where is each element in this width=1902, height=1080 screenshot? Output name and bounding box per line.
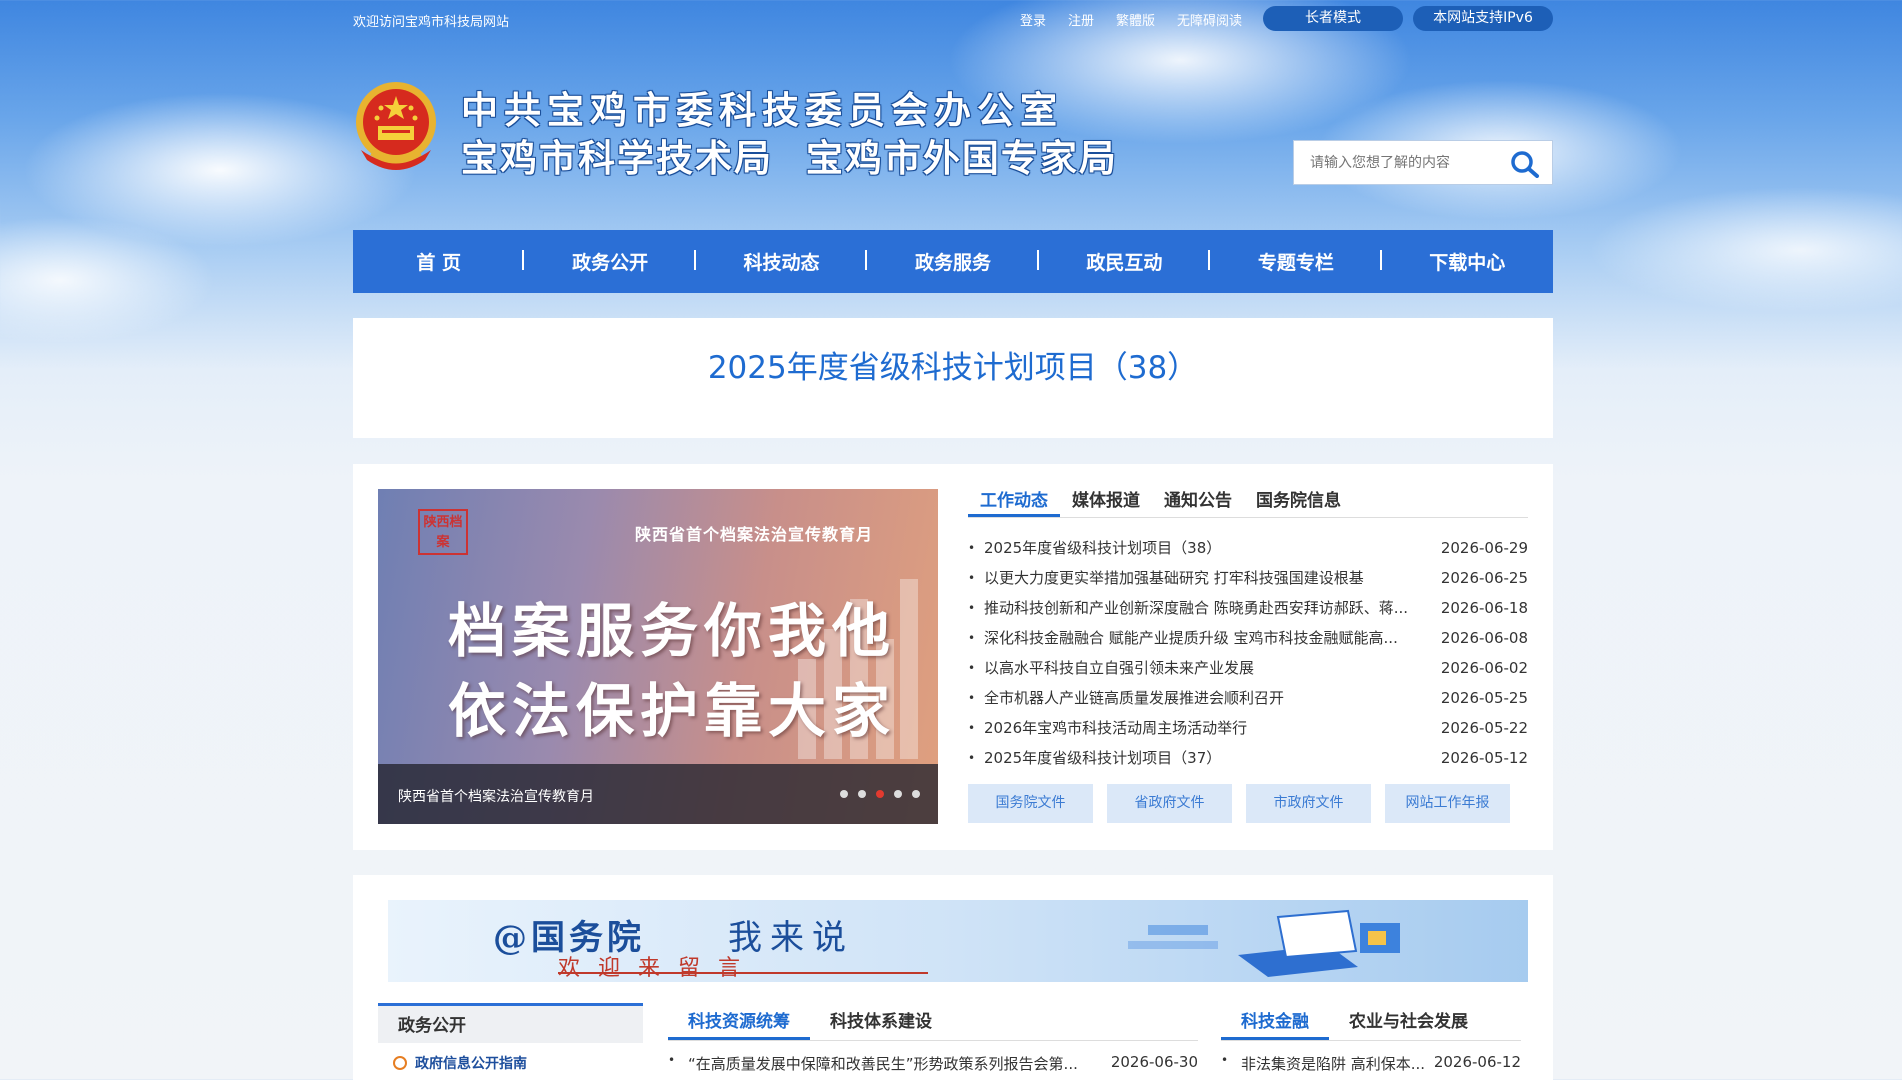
news-tabs: 工作动态 媒体报道 通知公告 国务院信息 [968, 484, 1528, 518]
state-council-docs-button[interactable]: 国务院文件 [968, 784, 1093, 823]
ipv6-badge: 本网站支持IPv6 [1413, 6, 1553, 31]
site-title-line2: 宝鸡市科学技术局 宝鸡市外国专家局 [461, 137, 1118, 180]
tab-agriculture-social[interactable]: 农业与社会发展 [1329, 1005, 1488, 1040]
search-box [1293, 140, 1553, 185]
banner-headline-1: 档案服务你我他 [448, 597, 897, 665]
top-links: 登录 注册 繁體版 无障碍阅读 [1020, 10, 1242, 29]
nav-downloads[interactable]: 下载中心 [1382, 248, 1553, 275]
government-affairs-panel: 政务公开 政府信息公开指南 [378, 1003, 643, 1073]
news-title[interactable]: 以更大力度更实举措加强基础研究 打牢科技强国建设根基 [968, 563, 1364, 593]
carousel-dots [840, 790, 920, 798]
news-row[interactable]: 深化科技金融融合 赋能产业提质升级 宝鸡市科技金融赋能高... 2026-06-0… [968, 623, 1528, 653]
news-title[interactable]: 推动科技创新和产业创新深度融合 陈晓勇赴西安拜访郝跃、蒋... [968, 593, 1408, 623]
banner-caption: 陕西省首个档案法治宣传教育月 [398, 789, 594, 805]
traditional-chinese-link[interactable]: 繁體版 [1116, 10, 1155, 29]
news-row[interactable]: 2026年宝鸡市科技活动周主场活动举行 2026-05-22 [968, 713, 1528, 743]
news-row[interactable]: 以高水平科技自立自强引领未来产业发展 2026-06-02 [968, 653, 1528, 683]
welcome-text: 欢迎访问宝鸡市科技局网站 [353, 15, 510, 30]
carousel-dot-active[interactable] [876, 790, 884, 798]
list-item-date: 2026-06-30 [1110, 1053, 1198, 1071]
featured-headline-box: 2025年度省级科技计划项目（38） [353, 318, 1553, 438]
banner-headline-2: 依法保护靠大家 [448, 677, 897, 745]
featured-headline[interactable]: 2025年度省级科技计划项目（38） [353, 322, 1553, 414]
nav-government-affairs[interactable]: 政务公开 [524, 248, 697, 275]
tab-tech-finance[interactable]: 科技金融 [1221, 1005, 1329, 1040]
bottom-section: @国务院 我来说 欢迎来留言 政务公开 政府信息公开指南 科技资源统筹 科技体系… [353, 875, 1553, 1080]
news-date: 2026-05-22 [1440, 719, 1528, 737]
search-input[interactable] [1294, 141, 1504, 184]
tab-tech-system[interactable]: 科技体系建设 [810, 1005, 952, 1040]
list-item[interactable]: 非法集资是陷阱 高利保本... 2026-06-12 [1221, 1053, 1521, 1074]
news-row[interactable]: 2025年度省级科技计划项目（37） 2026-05-12 [968, 743, 1528, 773]
list-item[interactable]: “在高质量发展中保障和改善民生”形势政策系列报告会第... 2026-06-30 [668, 1053, 1198, 1074]
tab-state-council-info[interactable]: 国务院信息 [1244, 484, 1353, 517]
news-date: 2026-06-18 [1440, 599, 1528, 617]
main-nav: 首 页 政务公开 科技动态 政务服务 政民互动 专题专栏 下载中心 [353, 230, 1553, 293]
list-item-title[interactable]: “在高质量发展中保障和改善民生”形势政策系列报告会第... [668, 1053, 1078, 1074]
provincial-docs-button[interactable]: 省政府文件 [1107, 784, 1232, 823]
carousel-dot[interactable] [912, 790, 920, 798]
carousel-dot[interactable] [858, 790, 866, 798]
annual-report-button[interactable]: 网站工作年报 [1385, 784, 1510, 823]
laptop-illustration-icon [1128, 909, 1400, 977]
nav-tech-news[interactable]: 科技动态 [696, 248, 868, 275]
ad-underline [558, 972, 928, 974]
banner-caption-bar: 陕西省首个档案法治宣传教育月 [378, 764, 938, 824]
nav-government-services[interactable]: 政务服务 [867, 248, 1040, 275]
tech-resources-tabs: 科技资源统筹 科技体系建设 [668, 1005, 1198, 1041]
news-section: 陕西档案 陕西省首个档案法治宣传教育月 档案服务你我他 依法保护靠大家 陕西省首… [353, 464, 1553, 850]
tab-media-reports[interactable]: 媒体报道 [1060, 484, 1152, 517]
site-title-line1: 中共宝鸡市委科技委员会办公室 [461, 89, 1063, 132]
news-list: 2025年度省级科技计划项目（38） 2026-06-29 以更大力度更实举措加强… [968, 533, 1528, 773]
tab-notices[interactable]: 通知公告 [1152, 484, 1244, 517]
info-disclosure-guide-label: 政府信息公开指南 [415, 1056, 527, 1072]
top-bar: 欢迎访问宝鸡市科技局网站 登录 注册 繁體版 无障碍阅读 长者模式 本网站支持I… [0, 0, 1902, 40]
ad-text-welcome: 欢迎来留言 [558, 956, 759, 981]
search-icon[interactable] [1510, 150, 1540, 178]
tab-tech-resources[interactable]: 科技资源统筹 [668, 1005, 810, 1040]
news-date: 2026-06-29 [1440, 539, 1528, 557]
news-title[interactable]: 2025年度省级科技计划项目（38） [968, 533, 1221, 563]
news-title[interactable]: 2025年度省级科技计划项目（37） [968, 743, 1221, 773]
list-item-title[interactable]: 非法集资是陷阱 高利保本... [1221, 1053, 1425, 1074]
tech-resources-panel: 科技资源统筹 科技体系建设 “在高质量发展中保障和改善民生”形势政策系列报告会第… [668, 1005, 1198, 1074]
archive-seal-logo: 陕西档案 [418, 509, 468, 555]
info-disclosure-guide-link[interactable]: 政府信息公开指南 [378, 1053, 643, 1073]
news-title[interactable]: 深化科技金融融合 赋能产业提质升级 宝鸡市科技金融赋能高... [968, 623, 1398, 653]
login-link[interactable]: 登录 [1020, 10, 1046, 29]
register-link[interactable]: 注册 [1068, 10, 1094, 29]
national-emblem-icon [356, 82, 436, 170]
news-row[interactable]: 全市机器人产业链高质量发展推进会顺利召开 2026-05-25 [968, 683, 1528, 713]
circle-arrow-icon [393, 1056, 407, 1070]
news-title[interactable]: 2026年宝鸡市科技活动周主场活动举行 [968, 713, 1247, 743]
carousel-dot[interactable] [840, 790, 848, 798]
accessibility-link[interactable]: 无障碍阅读 [1177, 10, 1242, 29]
news-row[interactable]: 推动科技创新和产业创新深度融合 陈晓勇赴西安拜访郝跃、蒋... 2026-06-1… [968, 593, 1528, 623]
news-date: 2026-06-25 [1440, 569, 1528, 587]
tech-finance-tabs: 科技金融 农业与社会发展 [1221, 1005, 1521, 1041]
panel-header: 政务公开 [378, 1003, 643, 1043]
news-date: 2026-05-25 [1440, 689, 1528, 707]
tech-finance-panel: 科技金融 农业与社会发展 非法集资是陷阱 高利保本... 2026-06-12 [1221, 1005, 1521, 1074]
state-council-feedback-banner[interactable]: @国务院 我来说 欢迎来留言 [388, 900, 1528, 982]
elder-mode-button[interactable]: 长者模式 [1263, 6, 1403, 31]
news-row[interactable]: 2025年度省级科技计划项目（38） 2026-06-29 [968, 533, 1528, 563]
tab-work-news[interactable]: 工作动态 [968, 484, 1060, 517]
news-date: 2026-05-12 [1440, 749, 1528, 767]
list-item-date: 2026-06-12 [1433, 1053, 1521, 1071]
nav-special-topics[interactable]: 专题专栏 [1210, 248, 1382, 275]
news-date: 2026-06-08 [1440, 629, 1528, 647]
news-title[interactable]: 全市机器人产业链高质量发展推进会顺利召开 [968, 683, 1284, 713]
news-row[interactable]: 以更大力度更实举措加强基础研究 打牢科技强国建设根基 2026-06-25 [968, 563, 1528, 593]
banner-subtitle: 陕西省首个档案法治宣传教育月 [635, 525, 874, 544]
nav-interaction[interactable]: 政民互动 [1039, 248, 1211, 275]
municipal-docs-button[interactable]: 市政府文件 [1246, 784, 1371, 823]
carousel-dot[interactable] [894, 790, 902, 798]
news-date: 2026-06-02 [1440, 659, 1528, 677]
news-title[interactable]: 以高水平科技自立自强引领未来产业发展 [968, 653, 1254, 683]
news-carousel[interactable]: 陕西档案 陕西省首个档案法治宣传教育月 档案服务你我他 依法保护靠大家 陕西省首… [378, 489, 938, 824]
quick-links: 国务院文件 省政府文件 市政府文件 网站工作年报 [968, 784, 1510, 823]
nav-home[interactable]: 首 页 [353, 248, 525, 275]
